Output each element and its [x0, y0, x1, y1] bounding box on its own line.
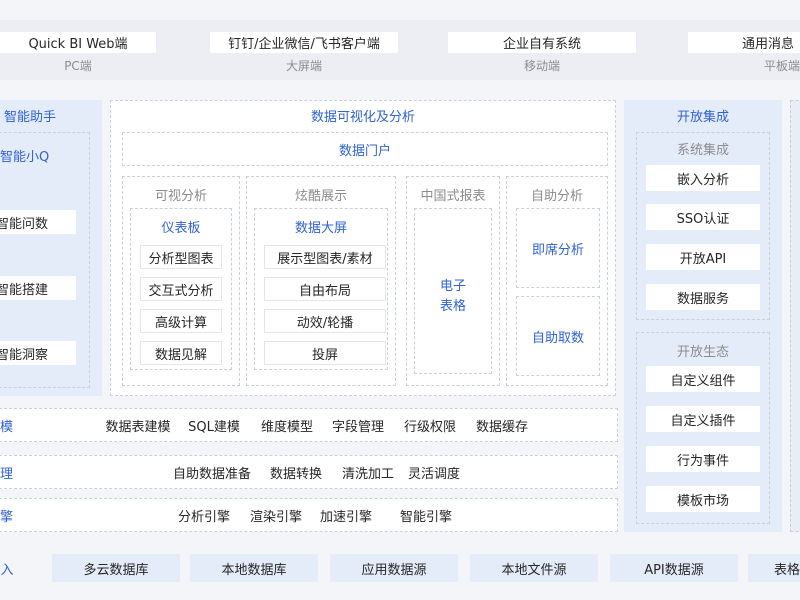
assistant-q-label: 智能小Q: [0, 149, 50, 165]
viz-title: 数据可视化及分析: [310, 109, 415, 125]
assistant-title: 智能助手: [3, 109, 56, 125]
feat-free-layout: 自由布局: [264, 277, 386, 301]
row-processing-item-3: 清洗加工: [341, 466, 394, 482]
client-web-sub: PC端: [64, 58, 92, 73]
row-engine-label: 擎: [0, 509, 14, 525]
open-sso: SSO认证: [646, 204, 760, 230]
client-band: Quick BI Web端 PC端 钉钉/企业微信/飞书客户端 大屏端 企业自有…: [0, 20, 800, 80]
client-msg-sub: 平板端: [764, 58, 800, 73]
bigscreen-title: 数据大屏: [294, 220, 347, 236]
assistant-item-insight: 智能洞察: [0, 341, 76, 365]
spreadsheet-line1: 电子: [439, 278, 466, 294]
open-embed: 嵌入分析: [646, 165, 760, 191]
client-own: 企业自有系统: [448, 32, 636, 53]
row-engine: [0, 498, 618, 532]
source-local-file: 本地文件源: [470, 554, 598, 582]
row-processing-label: 理: [0, 466, 14, 482]
client-im-sub: 大屏端: [285, 58, 322, 73]
spreadsheet-line2: 表格: [439, 298, 466, 314]
portal-box: 数据门户: [122, 132, 608, 166]
client-web: Quick BI Web端: [0, 32, 156, 53]
row-engine-item-2: 渲染引擎: [249, 509, 302, 525]
row-processing-item-4: 灵活调度: [407, 466, 460, 482]
row-engine-item-4: 智能引擎: [399, 509, 452, 525]
dashboard-title: 仪表板: [161, 220, 201, 236]
source-local-db: 本地数据库: [190, 554, 318, 582]
feat-adhoc: 即席分析: [516, 208, 600, 288]
row-modeling-label: 模: [0, 419, 14, 435]
row-processing-item-1: 自助数据准备: [172, 466, 251, 482]
row-modeling-item-2: SQL建模: [188, 419, 240, 435]
open-behavior-event: 行为事件: [646, 446, 760, 472]
row-processing-item-2: 数据转换: [269, 466, 322, 482]
row-modeling-item-3: 维度模型: [260, 419, 313, 435]
feat-interactive: 交互式分析: [140, 277, 222, 301]
row-modeling-item-6: 数据缓存: [475, 419, 528, 435]
feat-advanced-calc: 高级计算: [140, 309, 222, 333]
assistant-item-build: 智能搭建: [0, 276, 76, 300]
col-visual-analysis-title: 可视分析: [154, 188, 207, 204]
feat-analysis-chart: 分析型图表: [140, 245, 222, 269]
open-template-market: 模板市场: [646, 486, 760, 512]
col-self-service-title: 自助分析: [530, 188, 583, 204]
sources-label: 入: [0, 562, 14, 578]
source-table: 表格: [748, 554, 800, 582]
feat-display-chart: 展示型图表/素材: [264, 245, 386, 269]
row-modeling-item-5: 行级权限: [403, 419, 456, 435]
col-showcase-title: 炫酷展示: [294, 188, 347, 204]
open-api: 开放API: [646, 244, 760, 270]
open-custom-plugin: 自定义插件: [646, 406, 760, 432]
source-multicloud-db: 多云数据库: [52, 554, 180, 582]
client-own-sub: 移动端: [523, 58, 560, 73]
client-msg: 通用消息: [688, 32, 800, 53]
open-data-service: 数据服务: [646, 284, 760, 310]
row-modeling-item-1: 数据表建模: [105, 419, 171, 435]
feat-insight: 数据见解: [140, 341, 222, 365]
open-ecosystem-title: 开放生态: [676, 344, 729, 360]
right-strip: [790, 100, 800, 532]
feat-animation: 动效/轮播: [264, 309, 386, 333]
source-api: API数据源: [610, 554, 738, 582]
row-engine-item-1: 分析引擎: [177, 509, 230, 525]
source-app: 应用数据源: [330, 554, 458, 582]
feat-cast: 投屏: [264, 341, 386, 365]
row-engine-item-3: 加速引擎: [319, 509, 372, 525]
assistant-item-ask: 智能问数: [0, 210, 76, 234]
row-modeling-item-4: 字段管理: [331, 419, 384, 435]
open-title: 开放集成: [676, 109, 729, 125]
open-custom-component: 自定义组件: [646, 366, 760, 392]
system-integration-title: 系统集成: [676, 142, 729, 158]
col-china-report-title: 中国式报表: [420, 188, 486, 204]
feat-self-fetch: 自助取数: [516, 296, 600, 376]
client-im: 钉钉/企业微信/飞书客户端: [210, 32, 398, 53]
